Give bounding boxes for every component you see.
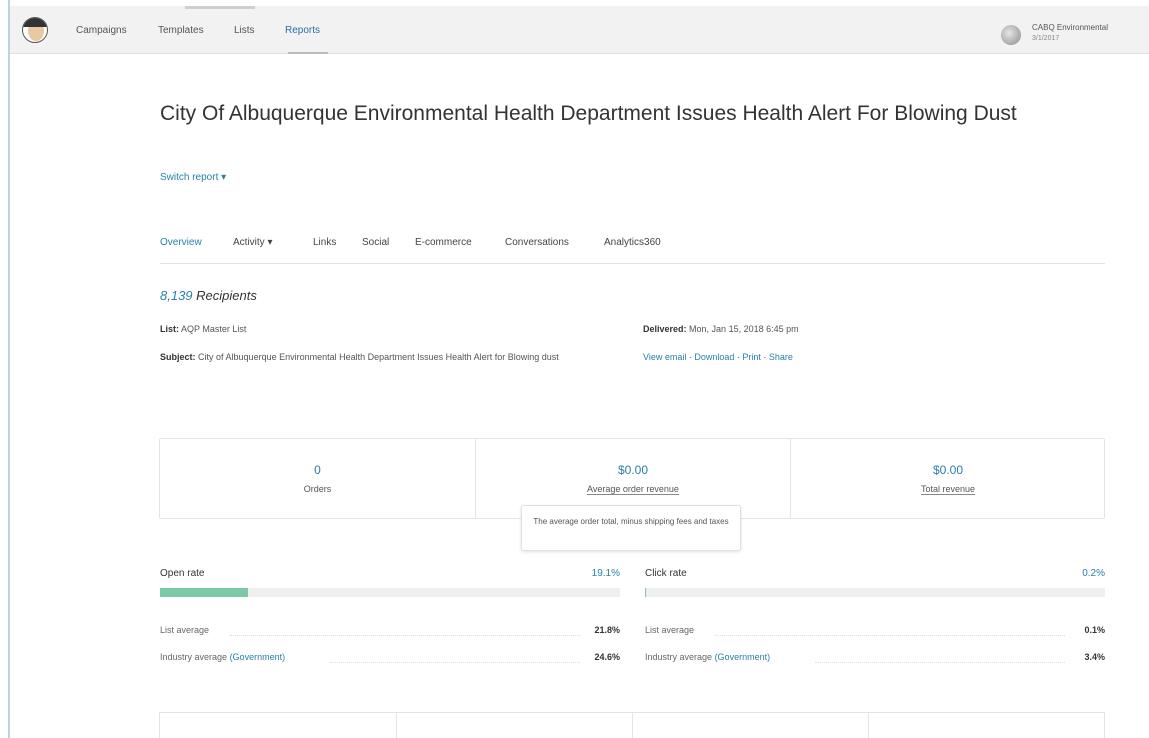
tab-analytics360[interactable]: Analytics360 xyxy=(604,237,661,248)
account-avatar-icon[interactable] xyxy=(1001,25,1021,45)
click-industry-link[interactable]: (Government) xyxy=(715,652,771,662)
open-industry-link[interactable]: (Government) xyxy=(230,652,286,662)
stat-value: 0 xyxy=(314,463,321,477)
email-actions: View email · Download · Print · Share xyxy=(643,349,1093,366)
stat-value: $0.00 xyxy=(617,463,649,477)
stat-value: $0.00 xyxy=(932,463,964,477)
download-link[interactable]: Download xyxy=(694,352,734,362)
open-rate-bar-fill xyxy=(160,588,248,597)
click-industry-average-value: 3.4% xyxy=(1084,652,1105,662)
open-industry-label-text: Industry average xyxy=(160,652,228,662)
list-value: AQP Master List xyxy=(181,324,247,334)
open-list-average-row: List average 21.8% xyxy=(160,625,620,641)
account-subtitle: 3/1/2017 xyxy=(1032,35,1060,42)
delivered-label: Delivered: xyxy=(643,324,687,334)
list-label: List: xyxy=(160,324,179,334)
open-list-average-label: List average xyxy=(160,625,210,635)
subject-value: City of Albuquerque Environmental Health… xyxy=(198,352,559,362)
open-industry-average-label: Industry average (Government) xyxy=(160,652,285,662)
open-rate-value: 19.1% xyxy=(591,568,620,579)
tab-activity[interactable]: Activity ▾ xyxy=(233,237,272,248)
click-industry-label-text: Industry average xyxy=(645,652,713,662)
account-name[interactable]: CABQ Environmental xyxy=(1032,23,1108,32)
engagement-stat-column xyxy=(632,713,868,738)
stat-total-revenue: $0.00 Total revenue xyxy=(790,439,1105,518)
click-rate-bar-fill xyxy=(645,588,646,597)
recipients-label: Recipients xyxy=(196,288,257,303)
tab-overview[interactable]: Overview xyxy=(160,237,202,248)
nav-reports[interactable]: Reports xyxy=(285,25,320,36)
subject-label: Subject: xyxy=(160,352,196,362)
tab-social[interactable]: Social xyxy=(362,237,389,248)
nav-campaigns[interactable]: Campaigns xyxy=(76,25,127,36)
link-separator: · xyxy=(760,352,769,362)
recipients-heading: 8,139 Recipients xyxy=(160,288,257,303)
engagement-stat-column xyxy=(160,713,396,738)
click-rate-label: Click rate xyxy=(645,568,687,579)
average-order-tooltip: The average order total, minus shipping … xyxy=(521,505,741,551)
stat-orders: 0 Orders xyxy=(160,439,475,518)
delivered-info: Delivered: Mon, Jan 15, 2018 6:45 pm xyxy=(643,321,1093,338)
nav-lists[interactable]: Lists xyxy=(234,25,255,36)
open-rate-bar xyxy=(160,588,620,597)
top-navigation: Campaigns Templates Lists Reports CABQ E… xyxy=(10,6,1149,54)
print-link[interactable]: Print xyxy=(742,352,761,362)
click-list-average-label: List average xyxy=(645,625,695,635)
open-industry-average-row: Industry average (Government) 24.6% xyxy=(160,652,620,668)
list-info: List: AQP Master List xyxy=(160,321,630,338)
stat-label-text[interactable]: Average order revenue xyxy=(587,484,679,495)
click-industry-average-row: Industry average (Government) 3.4% xyxy=(645,652,1105,668)
click-rate-bar xyxy=(645,588,1105,597)
row-leader xyxy=(230,635,580,636)
stat-label: Orders xyxy=(303,484,332,494)
tab-ecommerce[interactable]: E-commerce xyxy=(415,237,472,248)
click-rate-value: 0.2% xyxy=(1082,568,1105,579)
delivered-value: Mon, Jan 15, 2018 6:45 pm xyxy=(689,324,799,334)
nav-active-underline xyxy=(288,52,328,54)
row-leader xyxy=(715,635,1065,636)
click-list-average-value: 0.1% xyxy=(1084,625,1105,635)
engagement-stat-column xyxy=(868,713,1104,738)
report-title: City Of Albuquerque Environmental Health… xyxy=(160,102,1017,125)
window-left-edge xyxy=(8,0,10,738)
stat-label[interactable]: Total revenue xyxy=(791,484,1105,495)
switch-report-dropdown[interactable]: Switch report ▾ xyxy=(160,172,226,183)
stat-label[interactable]: Average order revenue xyxy=(476,484,790,495)
row-leader xyxy=(330,662,580,663)
engagement-stats-box xyxy=(159,712,1105,738)
tab-conversations[interactable]: Conversations xyxy=(505,237,569,248)
click-industry-average-label: Industry average (Government) xyxy=(645,652,770,662)
recipients-count[interactable]: 8,139 xyxy=(160,288,193,303)
engagement-stat-column xyxy=(396,713,632,738)
view-email-link[interactable]: View email xyxy=(643,352,686,362)
mailchimp-logo-icon[interactable] xyxy=(22,17,48,43)
tab-links[interactable]: Links xyxy=(313,237,336,248)
logo-hat xyxy=(23,18,47,27)
click-list-average-row: List average 0.1% xyxy=(645,625,1105,641)
subject-info: Subject: City of Albuquerque Environment… xyxy=(160,349,630,366)
open-list-average-value: 21.8% xyxy=(594,625,620,635)
nav-templates[interactable]: Templates xyxy=(158,25,204,36)
share-link[interactable]: Share xyxy=(769,352,793,362)
stat-label-text[interactable]: Total revenue xyxy=(920,484,976,495)
row-leader xyxy=(815,662,1065,663)
open-industry-average-value: 24.6% xyxy=(594,652,620,662)
top-accent-bar xyxy=(185,6,255,9)
open-rate-label: Open rate xyxy=(160,568,205,579)
report-tabs: Overview Activity ▾ Links Social E-comme… xyxy=(160,236,1105,264)
